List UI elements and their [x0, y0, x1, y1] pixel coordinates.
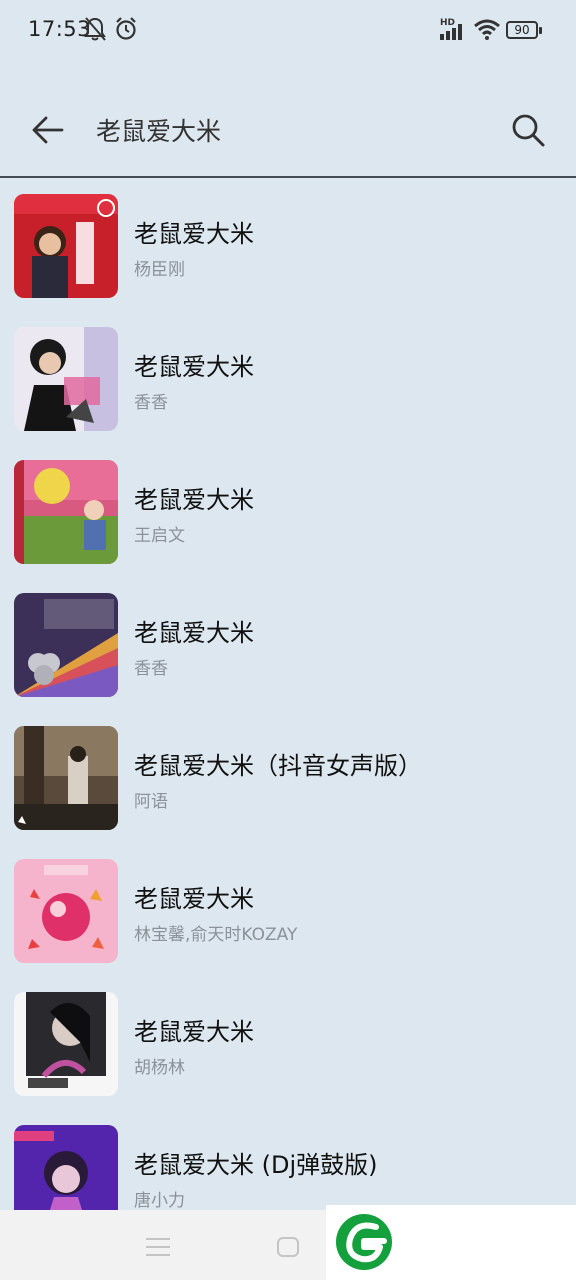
home-button[interactable] [277, 1237, 299, 1257]
song-title: 老鼠爱大米 [134, 353, 254, 381]
album-cover [14, 726, 118, 830]
song-artist: 香香 [134, 659, 168, 679]
song-artist: 杨臣刚 [134, 260, 185, 280]
album-cover [14, 859, 118, 963]
song-artist: 胡杨林 [134, 1058, 185, 1078]
search-header: 老鼠爱大米 [0, 78, 576, 178]
clock: 17:53 [28, 17, 92, 41]
song-title: 老鼠爱大米 [134, 885, 254, 913]
song-list-item[interactable]: 老鼠爱大米 香香 [0, 313, 576, 445]
wifi-icon [474, 19, 500, 40]
song-list-item[interactable]: 老鼠爱大米（抖音女声版） 阿语 [0, 712, 576, 844]
song-title: 老鼠爱大米 [134, 1018, 254, 1046]
recent-apps-button[interactable] [146, 1238, 170, 1256]
song-artist: 王启文 [134, 526, 185, 546]
search-icon[interactable] [508, 110, 548, 150]
song-list-item[interactable]: 老鼠爱大米 (Dj弹鼓版) 唐小力 [0, 1111, 576, 1210]
song-list-item[interactable]: 老鼠爱大米 王启文 [0, 446, 576, 578]
album-cover [14, 194, 118, 298]
app-logo-panel [326, 1205, 576, 1280]
song-artist: 香香 [134, 393, 168, 413]
song-list-item[interactable]: 老鼠爱大米 林宝馨,俞天时KOZAY [0, 845, 576, 977]
song-title: 老鼠爱大米 (Dj弹鼓版) [134, 1151, 378, 1179]
album-cover [14, 593, 118, 697]
song-title: 老鼠爱大米 [134, 220, 254, 248]
alarm-icon [116, 17, 136, 40]
song-list-item[interactable]: 老鼠爱大米 杨臣刚 [0, 180, 576, 312]
back-arrow-icon[interactable] [28, 110, 68, 150]
search-results-list: 老鼠爱大米 杨臣刚 老鼠爱大米 香香 老鼠爱大米 王启文 老鼠爱大米 香香 老鼠… [0, 180, 576, 1210]
search-input[interactable]: 老鼠爱大米 [96, 112, 221, 148]
signal-icon [440, 24, 462, 40]
status-bar: 17:53 HD 90 [0, 0, 576, 60]
song-artist: 林宝馨,俞天时KOZAY [134, 925, 298, 945]
app-logo-icon [336, 1214, 392, 1270]
song-artist: 唐小力 [134, 1191, 185, 1210]
album-cover [14, 460, 118, 564]
song-title: 老鼠爱大米 [134, 619, 254, 647]
battery-indicator: 90 [506, 21, 542, 39]
song-title: 老鼠爱大米 [134, 486, 254, 514]
song-list-item[interactable]: 老鼠爱大米 香香 [0, 579, 576, 711]
album-cover [14, 992, 118, 1096]
song-artist: 阿语 [134, 792, 168, 812]
album-cover [14, 1125, 118, 1210]
album-cover [14, 327, 118, 431]
song-title: 老鼠爱大米（抖音女声版） [134, 752, 422, 780]
mute-icon [84, 17, 106, 41]
song-list-item[interactable]: 老鼠爱大米 胡杨林 [0, 978, 576, 1110]
